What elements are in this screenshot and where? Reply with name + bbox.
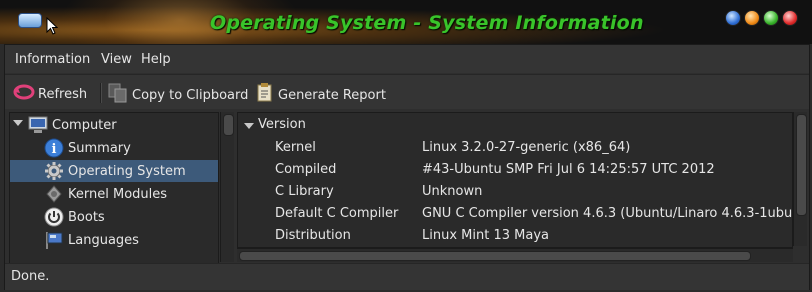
menu-view[interactable]: View (101, 52, 132, 67)
menu-help[interactable]: Help (141, 52, 171, 67)
generate-report-button[interactable]: Generate Report (255, 83, 386, 107)
menu-bar: Information View Help (5, 45, 809, 73)
tree-item-operating-system[interactable]: Operating System (10, 160, 218, 182)
detail-row[interactable]: Kernel Linux 3.2.0-27-generic (x86_64) (238, 137, 792, 159)
tree-item-label: Languages (68, 232, 139, 248)
mouse-cursor-icon (46, 16, 59, 39)
copy-to-clipboard-button[interactable]: Copy to Clipboard (107, 83, 248, 107)
refresh-label: Refresh (38, 86, 88, 102)
tree-item-label: Computer (52, 117, 117, 133)
detail-vertical-scrollbar-thumb[interactable] (796, 114, 807, 216)
window-menu-icon[interactable] (18, 13, 42, 28)
refresh-button[interactable]: Refresh (13, 83, 87, 105)
orange-window-button[interactable] (744, 10, 760, 26)
green-window-button[interactable] (763, 10, 779, 26)
detail-value: #43-Ubuntu SMP Fri Jul 6 14:25:57 UTC 20… (422, 162, 715, 177)
tree-item-label: Kernel Modules (68, 186, 168, 202)
detail-row[interactable]: Compiled #43-Ubuntu SMP Fri Jul 6 14:25:… (238, 159, 792, 181)
detail-key: Kernel (275, 140, 316, 155)
refresh-icon (13, 83, 35, 105)
detail-row[interactable]: C Library Unknown (238, 181, 792, 203)
tree-item-languages[interactable]: Languages (10, 229, 218, 251)
blue-window-button[interactable] (725, 10, 741, 26)
detail-value: Linux 3.2.0-27-generic (x86_64) (422, 140, 631, 155)
tree-item-kernel-modules[interactable]: Kernel Modules (10, 183, 218, 205)
status-text: Done. (11, 269, 50, 284)
detail-key: Compiled (275, 162, 337, 177)
title-bar[interactable]: Operating System - System Information (0, 0, 812, 44)
detail-key: Distribution (275, 228, 351, 243)
tree-item-boots[interactable]: Boots (10, 206, 218, 228)
section-collapse-arrow-icon[interactable] (244, 123, 254, 129)
detail-key: Default C Compiler (275, 206, 399, 221)
power-icon (44, 207, 64, 227)
status-bar: Done. (5, 263, 809, 290)
info-icon: i (44, 138, 64, 158)
collapse-arrow-icon[interactable] (13, 120, 23, 126)
category-tree: Computer i Summary Operating System Kern… (9, 112, 219, 264)
detail-row[interactable]: Default C Compiler GNU C Compiler versio… (238, 203, 793, 225)
detail-value: GNU C Compiler version 4.6.3 (Ubuntu/Lin… (422, 206, 793, 221)
detail-horizontal-scrollbar[interactable] (237, 248, 793, 262)
close-window-button[interactable] (782, 10, 798, 26)
tree-scrollbar-thumb[interactable] (223, 114, 234, 136)
detail-value: Linux Mint 13 Maya (422, 228, 549, 243)
menu-information[interactable]: Information (15, 52, 90, 67)
detail-horizontal-scrollbar-thumb[interactable] (239, 251, 751, 261)
toolbar-separator (100, 83, 102, 103)
window-title: Operating System - System Information (210, 12, 644, 34)
svg-text:i: i (52, 142, 57, 157)
flag-icon (44, 230, 64, 250)
client-area: Information View Help Refresh Copy to Cl… (4, 44, 810, 290)
tree-item-summary[interactable]: i Summary (10, 137, 218, 159)
module-icon (44, 184, 64, 204)
computer-icon (28, 115, 48, 135)
app-window: Operating System - System Information In… (0, 0, 812, 292)
tree-item-label: Summary (68, 140, 131, 156)
tree-scrollbar[interactable] (220, 112, 234, 262)
section-title: Version (258, 117, 306, 132)
report-label: Generate Report (278, 87, 386, 103)
window-controls (725, 10, 798, 26)
tree-item-label: Boots (68, 209, 105, 225)
toolbar: Refresh Copy to Clipboard Generate Repor… (5, 74, 809, 109)
detail-pane: Version Kernel Linux 3.2.0-27-generic (x… (237, 112, 793, 248)
detail-row[interactable]: Distribution Linux Mint 13 Maya (238, 225, 792, 247)
clipboard-icon (107, 83, 129, 107)
detail-vertical-scrollbar[interactable] (793, 112, 807, 246)
gear-icon (44, 161, 64, 181)
detail-value: Unknown (422, 184, 483, 199)
tree-item-computer[interactable]: Computer (10, 114, 218, 136)
report-icon (255, 83, 275, 107)
detail-key: C Library (275, 184, 334, 199)
tree-item-label: Operating System (68, 163, 186, 179)
copy-label: Copy to Clipboard (132, 87, 249, 103)
